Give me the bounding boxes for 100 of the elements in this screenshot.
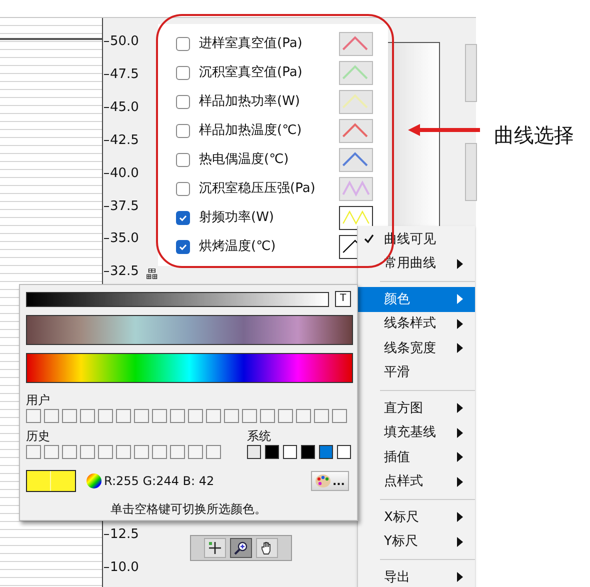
empty-color-slot[interactable] [80, 445, 95, 459]
empty-color-slot[interactable] [206, 409, 221, 423]
curve-label[interactable]: 热电偶温度(℃) [199, 150, 339, 170]
color-swatch[interactable] [301, 445, 315, 459]
empty-color-slot[interactable] [260, 409, 275, 423]
palette-icon [315, 474, 332, 488]
checkbox[interactable] [176, 153, 190, 167]
axis-tick-label: 50.0 [110, 35, 139, 48]
history-label: 历史 [26, 430, 51, 442]
menu-item[interactable]: 导出 [358, 565, 475, 587]
curve-label[interactable]: 进样室真空值(Pa) [199, 34, 339, 54]
empty-color-slot[interactable] [332, 409, 347, 423]
empty-color-slot[interactable] [206, 445, 221, 459]
user-colors-label: 用户 [26, 394, 51, 406]
zoom-icon [234, 541, 248, 555]
spectrum-bar[interactable] [26, 353, 353, 383]
axis-tick-mark [104, 567, 109, 568]
zoom-tool-button[interactable] [230, 538, 252, 558]
empty-color-slot[interactable] [26, 409, 41, 423]
axis-glyph: 畾 [146, 266, 158, 283]
checkbox[interactable] [176, 211, 190, 225]
empty-color-slot[interactable] [62, 409, 77, 423]
line-style-swatch[interactable] [339, 148, 373, 172]
line-style-swatch[interactable] [339, 90, 373, 114]
checkmark-icon [178, 242, 188, 252]
menu-item[interactable]: 平滑 [358, 360, 475, 385]
menu-item[interactable]: 线条宽度 [358, 336, 475, 360]
axis-tick-mark [104, 271, 109, 272]
menu-item[interactable]: 点样式 [358, 470, 475, 494]
grayscale-bar[interactable] [26, 292, 329, 306]
color-swatch[interactable] [337, 445, 351, 459]
checkbox[interactable] [176, 182, 190, 196]
submenu-arrow-icon [457, 536, 463, 547]
annotation-label: 曲线选择 [494, 122, 574, 149]
empty-color-slot[interactable] [314, 409, 329, 423]
axis-tick-label: 10.0 [110, 561, 139, 574]
axis-tick-mark [104, 534, 109, 535]
empty-color-slot[interactable] [62, 445, 77, 459]
empty-color-slot[interactable] [170, 445, 185, 459]
color-swatch[interactable] [319, 445, 333, 459]
line-style-swatch[interactable] [339, 119, 373, 143]
checkmark-icon [364, 234, 374, 244]
curve-label[interactable]: 沉积室真空值(Pa) [199, 63, 339, 83]
empty-color-slot[interactable] [188, 445, 203, 459]
checkbox[interactable] [176, 37, 190, 51]
empty-color-slot[interactable] [26, 445, 41, 459]
color-swatch[interactable] [265, 445, 279, 459]
line-style-swatch[interactable] [339, 177, 373, 201]
curve-label[interactable]: 沉积室稳压压强(Pa) [199, 179, 339, 199]
checkbox[interactable] [176, 95, 190, 109]
submenu-arrow-icon [457, 476, 463, 487]
empty-color-slot[interactable] [188, 409, 203, 423]
transparent-button[interactable]: T [335, 291, 351, 307]
menu-item[interactable]: 直方图 [358, 396, 475, 420]
empty-color-slot[interactable] [296, 409, 311, 423]
line-style-swatch[interactable] [339, 32, 373, 56]
empty-color-slot[interactable] [224, 409, 239, 423]
empty-color-slot[interactable] [44, 445, 59, 459]
rgb-readout: R:255 G:244 B: 42 [104, 473, 214, 490]
curve-label[interactable]: 烘烤温度(℃) [199, 237, 339, 257]
crosshair-tool-button[interactable] [204, 538, 226, 558]
curve-label[interactable]: 射频功率(W) [199, 208, 339, 228]
empty-color-slot[interactable] [44, 409, 59, 423]
tone-bar[interactable] [26, 315, 353, 345]
axis-tick-label: 42.5 [110, 134, 139, 147]
checkbox[interactable] [176, 124, 190, 138]
palette-button[interactable]: ... [311, 471, 349, 491]
empty-color-slot[interactable] [98, 445, 113, 459]
curve-label[interactable]: 样品加热功率(W) [199, 92, 339, 112]
empty-color-slot[interactable] [152, 445, 167, 459]
empty-color-slot[interactable] [170, 409, 185, 423]
color-swatch[interactable] [283, 445, 297, 459]
empty-color-slot[interactable] [134, 409, 149, 423]
empty-color-slot[interactable] [116, 409, 131, 423]
empty-color-slot[interactable] [80, 409, 95, 423]
empty-color-slot[interactable] [152, 409, 167, 423]
line-style-swatch[interactable] [339, 206, 373, 230]
color-swatch[interactable] [247, 445, 261, 459]
menu-item[interactable]: 颜色 [358, 287, 475, 312]
submenu-arrow-icon [457, 318, 463, 329]
axis-tick-mark [104, 41, 109, 42]
menu-item[interactable]: 线条样式 [358, 312, 475, 336]
line-style-swatch[interactable] [339, 61, 373, 85]
hand-tool-button[interactable] [256, 538, 278, 558]
empty-color-slot[interactable] [116, 445, 131, 459]
submenu-arrow-icon [457, 452, 463, 462]
submenu-arrow-icon [457, 428, 463, 438]
empty-color-slot[interactable] [242, 409, 257, 423]
menu-item[interactable]: 插值 [358, 445, 475, 470]
empty-color-slot[interactable] [134, 445, 149, 459]
menu-item[interactable]: 填充基线 [358, 420, 475, 445]
crosshair-icon [208, 541, 222, 555]
curve-label[interactable]: 样品加热温度(℃) [199, 121, 339, 141]
menu-item[interactable]: X标尺 [358, 505, 475, 530]
empty-color-slot[interactable] [278, 409, 293, 423]
axis-tick-label: 40.0 [110, 166, 139, 180]
empty-color-slot[interactable] [98, 409, 113, 423]
checkbox[interactable] [176, 240, 190, 254]
menu-item[interactable]: Y标尺 [358, 530, 475, 554]
checkbox[interactable] [176, 66, 190, 80]
